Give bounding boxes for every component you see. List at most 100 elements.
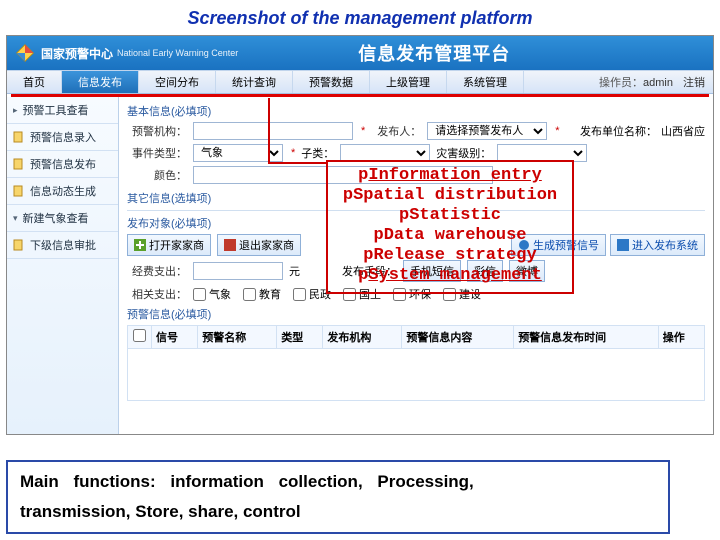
app-title: 信息发布管理平台: [358, 40, 510, 66]
th-type: 类型: [277, 326, 323, 349]
menu-spatial[interactable]: 空间分布: [139, 71, 216, 93]
select-all-checkbox[interactable]: [133, 329, 146, 342]
sidebar-item-approval[interactable]: 下级信息审批: [7, 232, 118, 259]
sidebar-item-label: 预警工具查看: [23, 102, 89, 118]
chevron-right-icon: ▸: [13, 105, 18, 116]
cb-edu[interactable]: 教育: [243, 286, 281, 302]
caption-word: Main: [20, 472, 59, 491]
enter-icon: [617, 239, 629, 251]
subtype-select[interactable]: [340, 144, 430, 162]
doc-icon: [13, 131, 25, 143]
caption-word: information: [170, 472, 264, 491]
table-row: [128, 349, 705, 401]
btn-label: 退出家家商: [239, 237, 294, 253]
people-label: 相关支出：: [127, 286, 187, 302]
subtype-label: 子类：: [301, 145, 334, 161]
sender-unit-label: 发布单位名称：: [580, 123, 657, 139]
hazard-level-label: 灾害级别：: [436, 145, 491, 161]
cb-label: 教育: [259, 286, 281, 302]
cb-label: 气象: [209, 286, 231, 302]
status-bar: 操作员：admin 注销: [591, 71, 713, 93]
means-sms[interactable]: 手机短信: [403, 260, 461, 282]
caption-word: functions:: [73, 472, 155, 491]
divider: [127, 210, 705, 211]
sidebar-item-label: 预警信息发布: [30, 156, 96, 172]
app-window: 国家预警中心 National Early Warning Center 信息发…: [6, 35, 714, 435]
cb-civil[interactable]: 民政: [293, 286, 331, 302]
publisher-label: 发布人：: [371, 123, 421, 139]
signal-icon: [518, 239, 530, 251]
sidebar-item-label: 新建气象查看: [23, 210, 89, 226]
status-user-label: 操作员：: [599, 77, 643, 89]
doc-icon: [13, 185, 25, 197]
menu-upper-manage[interactable]: 上级管理: [370, 71, 447, 93]
menu-warehouse[interactable]: 预警数据: [293, 71, 370, 93]
required-mark: *: [555, 125, 559, 137]
alert-table: 信号 预警名称 类型 发布机构 预警信息内容 预警信息发布时间 操作: [127, 325, 705, 401]
th-signal: 信号: [152, 326, 198, 349]
menu-info-release[interactable]: 信息发布: [62, 71, 139, 93]
open-family-btn[interactable]: 打开家家商: [127, 234, 211, 256]
sidebar-item-release[interactable]: 预警信息发布: [7, 151, 118, 178]
th-name: 预警名称: [198, 326, 277, 349]
sidebar-item-label: 下级信息审批: [30, 237, 96, 253]
means-label: 发布手段：: [342, 263, 397, 279]
cb-land[interactable]: 国土: [343, 286, 381, 302]
color-input[interactable]: [193, 166, 493, 184]
means-mms[interactable]: 彩信: [467, 260, 503, 282]
generate-signal-btn[interactable]: 生成预警信号: [511, 234, 606, 256]
th-time: 预警信息发布时间: [514, 326, 659, 349]
sidebar-item-generate[interactable]: 信息动态生成: [7, 178, 118, 205]
titlebar: 国家预警中心 National Early Warning Center 信息发…: [7, 36, 713, 70]
enter-release-btn[interactable]: 进入发布系统: [610, 234, 705, 256]
caption-box: Main functions: information collection, …: [6, 460, 670, 534]
cb-env[interactable]: 环保: [393, 286, 431, 302]
brand-en: National Early Warning Center: [117, 48, 238, 58]
means-weibo[interactable]: 微博: [509, 260, 545, 282]
btn-label: 生成预警信号: [533, 237, 599, 253]
hazard-level-select[interactable]: [497, 144, 587, 162]
sec2-title: 其它信息(选填项): [127, 190, 705, 206]
caption-word: collection,: [279, 472, 363, 491]
caption-word: Processing,: [377, 472, 473, 491]
event-type-select[interactable]: 气象: [193, 144, 283, 162]
cb-build[interactable]: 建设: [443, 286, 481, 302]
exit-family-btn[interactable]: 退出家家商: [217, 234, 301, 256]
cb-meteor[interactable]: 气象: [193, 286, 231, 302]
unit-cost-label: 经费支出：: [127, 263, 187, 279]
sidebar-item-tools[interactable]: ▸ 预警工具查看: [7, 97, 118, 124]
menu-statistic[interactable]: 统计查询: [216, 71, 293, 93]
sec4-title: 预警信息(必填项): [127, 306, 705, 322]
sec3-title: 发布对象(必填项): [127, 215, 705, 231]
unit-cost-input[interactable]: [193, 262, 283, 280]
doc-icon: [13, 239, 25, 251]
sidebar-item-label: 预警信息录入: [30, 129, 96, 145]
menubar: 首页 信息发布 空间分布 统计查询 预警数据 上级管理 系统管理 操作员：adm…: [7, 70, 713, 94]
logout-link[interactable]: 注销: [683, 74, 705, 90]
chevron-down-icon: ▾: [13, 213, 18, 224]
sidebar-item-entry[interactable]: 预警信息录入: [7, 124, 118, 151]
brand-cn: 国家预警中心: [41, 45, 113, 62]
cb-label: 国土: [359, 286, 381, 302]
sidebar-item-weather[interactable]: ▾ 新建气象查看: [7, 205, 118, 232]
menu-home[interactable]: 首页: [7, 71, 62, 93]
required-mark: *: [361, 125, 365, 137]
th-check[interactable]: [128, 326, 152, 349]
cb-label: 民政: [309, 286, 331, 302]
sidebar-item-label: 信息动态生成: [30, 183, 96, 199]
alert-unit-input[interactable]: [193, 122, 353, 140]
publisher-select[interactable]: 请选择预警发布人: [427, 122, 547, 140]
logo-icon: [15, 43, 35, 63]
sec1-title: 基本信息(必填项): [127, 103, 705, 119]
main-panel: 基本信息(必填项) 预警机构： * 发布人： 请选择预警发布人* 发布单位名称：…: [119, 97, 713, 434]
doc-icon: [13, 158, 25, 170]
cb-label: 环保: [409, 286, 431, 302]
exit-icon: [224, 239, 236, 251]
color-label: 颜色：: [127, 167, 187, 183]
menu-system-manage[interactable]: 系统管理: [447, 71, 524, 93]
caption-line2: transmission, Store, share, control: [20, 502, 656, 522]
sidebar: ▸ 预警工具查看 预警信息录入 预警信息发布 信息动态生成 ▾ 新建气象查看 下级信…: [7, 97, 119, 434]
plus-icon: [134, 239, 146, 251]
cb-label: 建设: [459, 286, 481, 302]
th-org: 发布机构: [323, 326, 402, 349]
